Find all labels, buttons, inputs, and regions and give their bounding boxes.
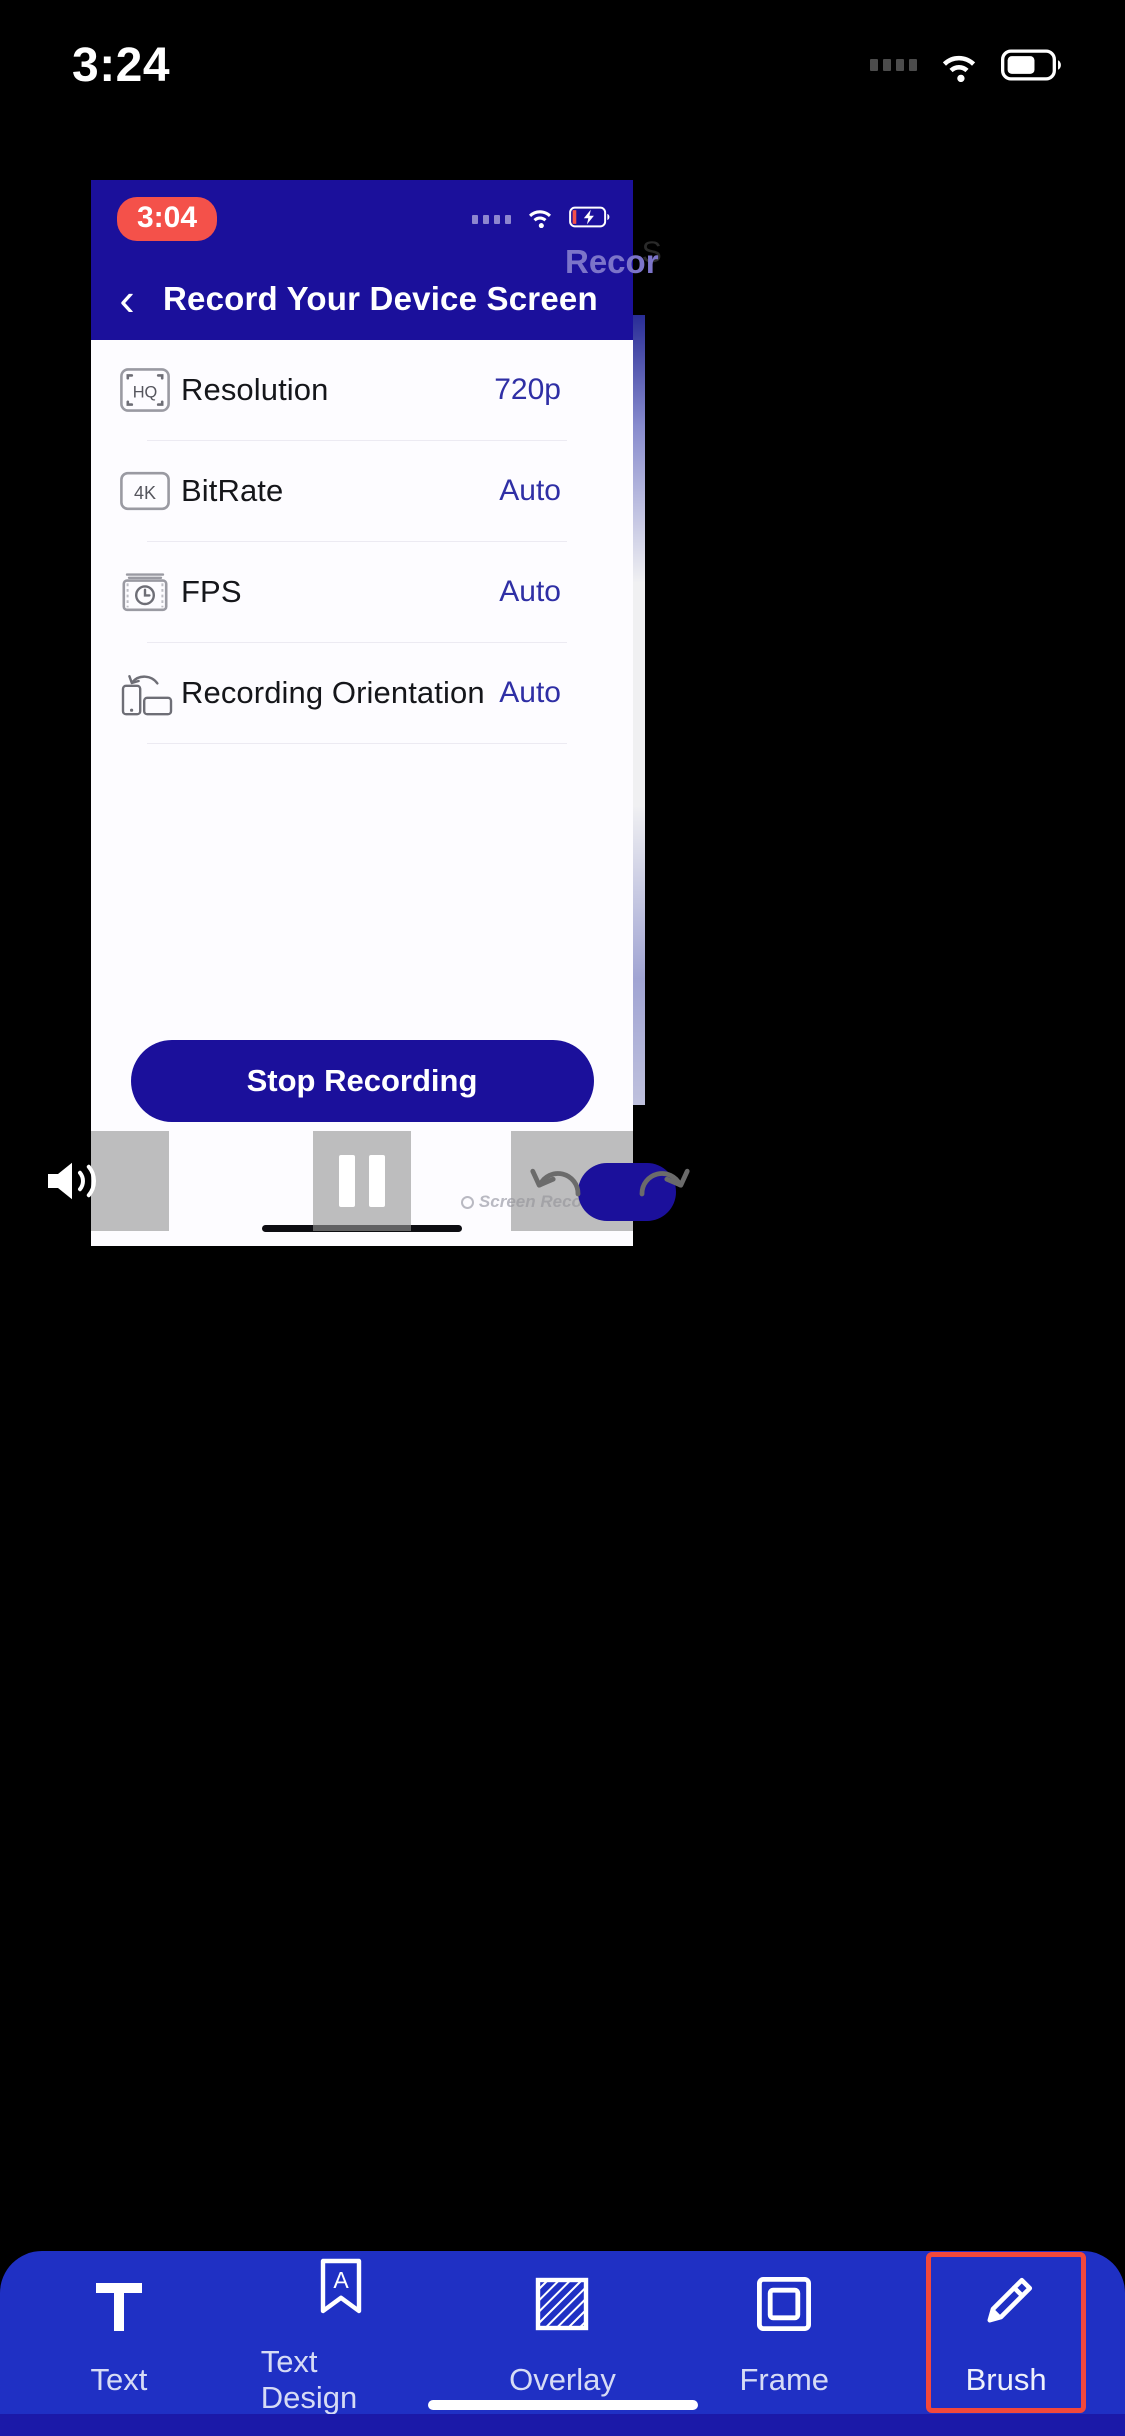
device-rotate-icon bbox=[119, 669, 181, 717]
chevron-left-icon[interactable]: ‹ bbox=[91, 276, 163, 322]
recorded-video-frame[interactable]: 3:04 ‹ Record Your Device Screen HQ Reso… bbox=[91, 180, 633, 1246]
settings-row-value: Auto bbox=[499, 676, 561, 709]
svg-text:A: A bbox=[333, 2267, 349, 2293]
wifi-icon bbox=[525, 205, 555, 233]
pause-button[interactable] bbox=[313, 1131, 411, 1231]
settings-row-value: 720p bbox=[494, 373, 561, 406]
battery-charging-icon bbox=[569, 206, 611, 233]
redo-arrow-icon[interactable] bbox=[630, 1152, 694, 1215]
video-nav-bar: ‹ Record Your Device Screen bbox=[91, 258, 633, 340]
wifi-icon bbox=[937, 48, 981, 82]
overlay-tool-icon bbox=[531, 2273, 593, 2340]
tool-frame[interactable]: Frame bbox=[704, 2257, 864, 2408]
tool-label: Brush bbox=[965, 2362, 1047, 2397]
settings-row-label: FPS bbox=[181, 574, 242, 609]
settings-row-value: Auto bbox=[499, 575, 561, 608]
4k-bitrate-icon: 4K bbox=[119, 468, 181, 514]
stop-recording-button[interactable]: Stop Recording bbox=[130, 1040, 594, 1122]
svg-text:4K: 4K bbox=[134, 483, 156, 503]
divider bbox=[147, 743, 567, 744]
fps-clock-icon bbox=[119, 569, 181, 615]
battery-icon bbox=[1001, 49, 1063, 81]
brush-tool-icon bbox=[975, 2273, 1037, 2340]
settings-row-bitrate[interactable]: 4K BitRate Auto bbox=[91, 441, 633, 541]
svg-text:HQ: HQ bbox=[133, 383, 158, 401]
settings-list: HQ Resolution 720p 4K BitRate Auto FPS A… bbox=[91, 340, 633, 1246]
recording-time-pill: 3:04 bbox=[117, 197, 218, 241]
settings-row-label: BitRate bbox=[181, 473, 284, 508]
tool-brush[interactable]: Brush bbox=[926, 2252, 1087, 2413]
os-clock: 3:24 bbox=[72, 38, 171, 92]
tool-text-design[interactable]: A Text Design bbox=[261, 2239, 421, 2426]
frame-tool-icon bbox=[753, 2273, 815, 2340]
cellular-dots-icon bbox=[870, 59, 917, 71]
settings-row-value: Auto bbox=[499, 474, 561, 507]
settings-row-resolution[interactable]: HQ Resolution 720p bbox=[91, 340, 633, 440]
editor-panel: Text A Text Design Overlay Frame Brush bbox=[0, 1247, 1125, 2436]
cellular-dots-icon bbox=[472, 214, 511, 224]
tool-label: Text bbox=[90, 2362, 148, 2397]
settings-row-label: Recording Orientation bbox=[181, 675, 485, 710]
stop-recording-wrap: Stop Recording bbox=[91, 1040, 633, 1122]
text-design-tool-icon: A bbox=[310, 2255, 372, 2322]
video-status-bar: 3:04 bbox=[91, 180, 633, 258]
editor-bottom-bar: Editor bbox=[0, 2414, 1125, 2436]
tool-label: Frame bbox=[739, 2362, 830, 2397]
tool-text[interactable]: Text bbox=[39, 2257, 199, 2408]
text-tool-icon bbox=[88, 2273, 150, 2340]
video-status-icons bbox=[472, 205, 611, 233]
page-title-ghost: Recor bbox=[565, 243, 659, 280]
hq-resolution-icon: HQ bbox=[119, 367, 181, 413]
os-status-bar: 3:24 bbox=[0, 0, 1125, 130]
tool-label: Overlay bbox=[509, 2362, 616, 2397]
undo-arrow-icon[interactable] bbox=[526, 1152, 590, 1215]
tool-label: Text Design bbox=[260, 2344, 358, 2415]
settings-row-fps[interactable]: FPS Auto bbox=[91, 542, 633, 642]
tool-overlay[interactable]: Overlay bbox=[482, 2257, 642, 2408]
editor-tools-bar: Text A Text Design Overlay Frame Brush bbox=[0, 2251, 1125, 2415]
phone-screen: 3:24 Tap S 3:04 bbox=[0, 0, 1125, 2436]
settings-row-label: Resolution bbox=[181, 372, 329, 407]
speaker-volume-icon[interactable] bbox=[40, 1152, 104, 1215]
page-title: Record Your Device Screen bbox=[163, 280, 598, 317]
os-status-icons bbox=[870, 48, 1063, 82]
settings-row-orientation[interactable]: Recording Orientation Auto bbox=[91, 643, 633, 743]
watermark-dot-icon bbox=[460, 1195, 474, 1209]
